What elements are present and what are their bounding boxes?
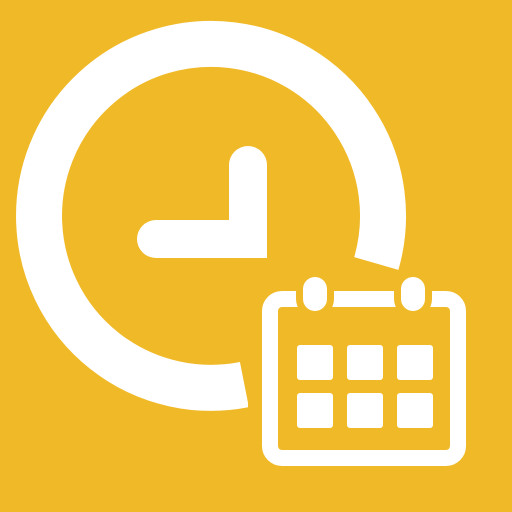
calendar-day-cell — [397, 393, 433, 428]
calendar-day-cell — [397, 345, 433, 380]
schedule-app-icon — [0, 0, 512, 512]
calendar-ring-right — [401, 277, 425, 311]
calendar-day-cell — [297, 393, 333, 428]
calendar-day-cell — [347, 345, 383, 380]
calendar-day-cell — [297, 345, 333, 380]
calendar-icon — [248, 270, 480, 476]
schedule-icon-graphic — [0, 0, 512, 512]
calendar-day-cell — [347, 393, 383, 428]
calendar-ring-left — [303, 277, 327, 311]
